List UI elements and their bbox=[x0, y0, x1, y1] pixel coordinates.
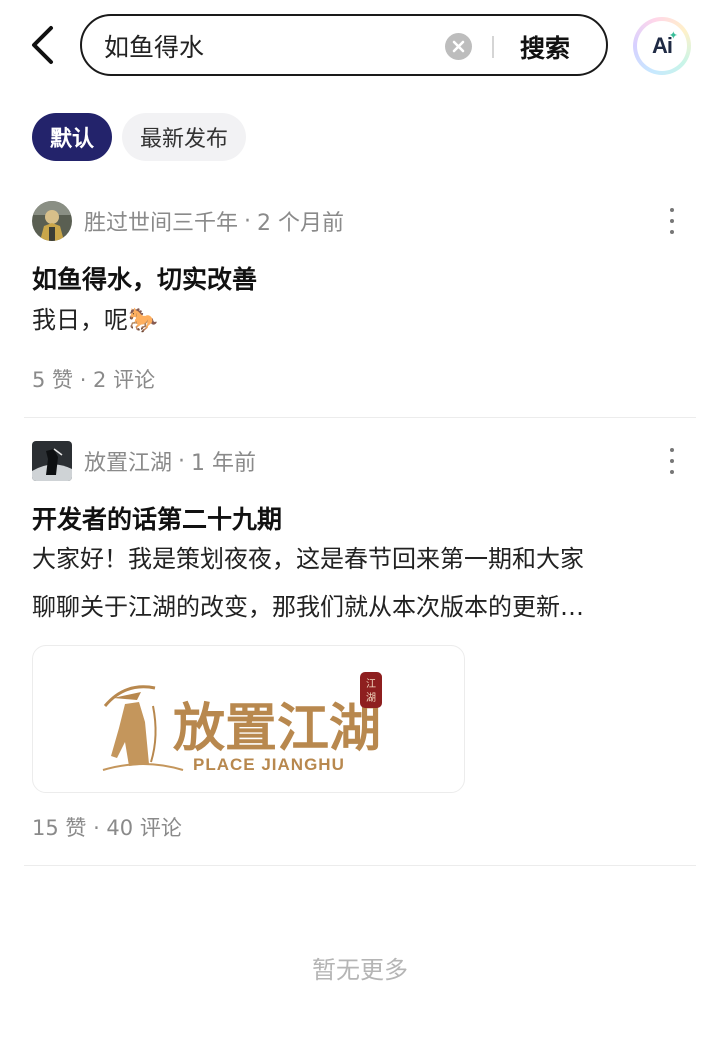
logo-title: 放置江湖 bbox=[173, 698, 381, 759]
post-image[interactable]: 放置江湖 江 湖 PLACE JIANGHU bbox=[32, 645, 465, 793]
separator-dot: · bbox=[244, 208, 252, 234]
avatar[interactable] bbox=[32, 441, 72, 481]
post-title[interactable]: 开发者的话第二十九期 bbox=[32, 500, 282, 536]
search-input[interactable] bbox=[104, 28, 434, 64]
chevron-left-icon bbox=[32, 26, 53, 64]
clear-button[interactable] bbox=[445, 33, 472, 60]
sparkle-icon: ✦ bbox=[668, 29, 678, 42]
search-header: 搜索 Ai ✦ bbox=[0, 0, 720, 92]
post-excerpt-line-1[interactable]: 大家好！我是策划夜夜，这是春节回来第一期和大家 bbox=[32, 537, 584, 582]
no-more-text: 暂无更多 bbox=[312, 956, 408, 984]
sort-tabs: 默认 最新发布 bbox=[32, 113, 247, 161]
author-name[interactable]: 胜过世间三千年 bbox=[84, 205, 238, 237]
more-options-icon[interactable] bbox=[664, 448, 680, 474]
place-jianghu-logo: 放置江湖 江 湖 PLACE JIANGHU bbox=[102, 672, 382, 774]
post-item[interactable]: 胜过世间三千年 · 2 个月前 如鱼得水，切实改善 我日，呢🐎 5 赞 · 2 … bbox=[24, 200, 696, 418]
logo-subtitle: PLACE JIANGHU bbox=[193, 755, 345, 774]
close-icon bbox=[452, 40, 465, 53]
post-item[interactable]: 放置江湖 · 1 年前 开发者的话第二十九期 大家好！我是策划夜夜，这是春节回来… bbox=[24, 440, 696, 866]
post-stats: 5 赞 · 2 评论 bbox=[32, 368, 156, 392]
post-title[interactable]: 如鱼得水，切实改善 bbox=[32, 260, 257, 296]
search-button[interactable]: 搜索 bbox=[520, 29, 570, 65]
search-divider bbox=[492, 36, 494, 58]
tab-latest[interactable]: 最新发布 bbox=[122, 113, 247, 161]
back-button[interactable] bbox=[22, 22, 62, 68]
logo-seal: 江 bbox=[366, 678, 376, 690]
post-excerpt-line-2[interactable]: 聊聊关于江湖的改变，那我们就从本次版本的更新… bbox=[32, 585, 584, 630]
post-time: 2 个月前 bbox=[257, 211, 345, 236]
separator-dot: · bbox=[178, 448, 186, 474]
ai-assistant-button[interactable]: Ai ✦ bbox=[633, 17, 691, 75]
post-header: 胜过世间三千年 · 2 个月前 bbox=[32, 200, 344, 242]
tab-default[interactable]: 默认 bbox=[32, 113, 113, 161]
post-stats: 15 赞 · 40 评论 bbox=[32, 816, 182, 840]
post-header: 放置江湖 · 1 年前 bbox=[32, 440, 256, 482]
ai-icon: Ai ✦ bbox=[637, 21, 687, 71]
svg-text:湖: 湖 bbox=[366, 692, 376, 704]
avatar[interactable] bbox=[32, 201, 72, 241]
search-box: 搜索 bbox=[80, 14, 608, 76]
post-time: 1 年前 bbox=[191, 451, 257, 476]
author-name[interactable]: 放置江湖 bbox=[84, 445, 172, 477]
more-options-icon[interactable] bbox=[664, 208, 680, 234]
post-excerpt[interactable]: 我日，呢🐎 bbox=[32, 298, 158, 343]
